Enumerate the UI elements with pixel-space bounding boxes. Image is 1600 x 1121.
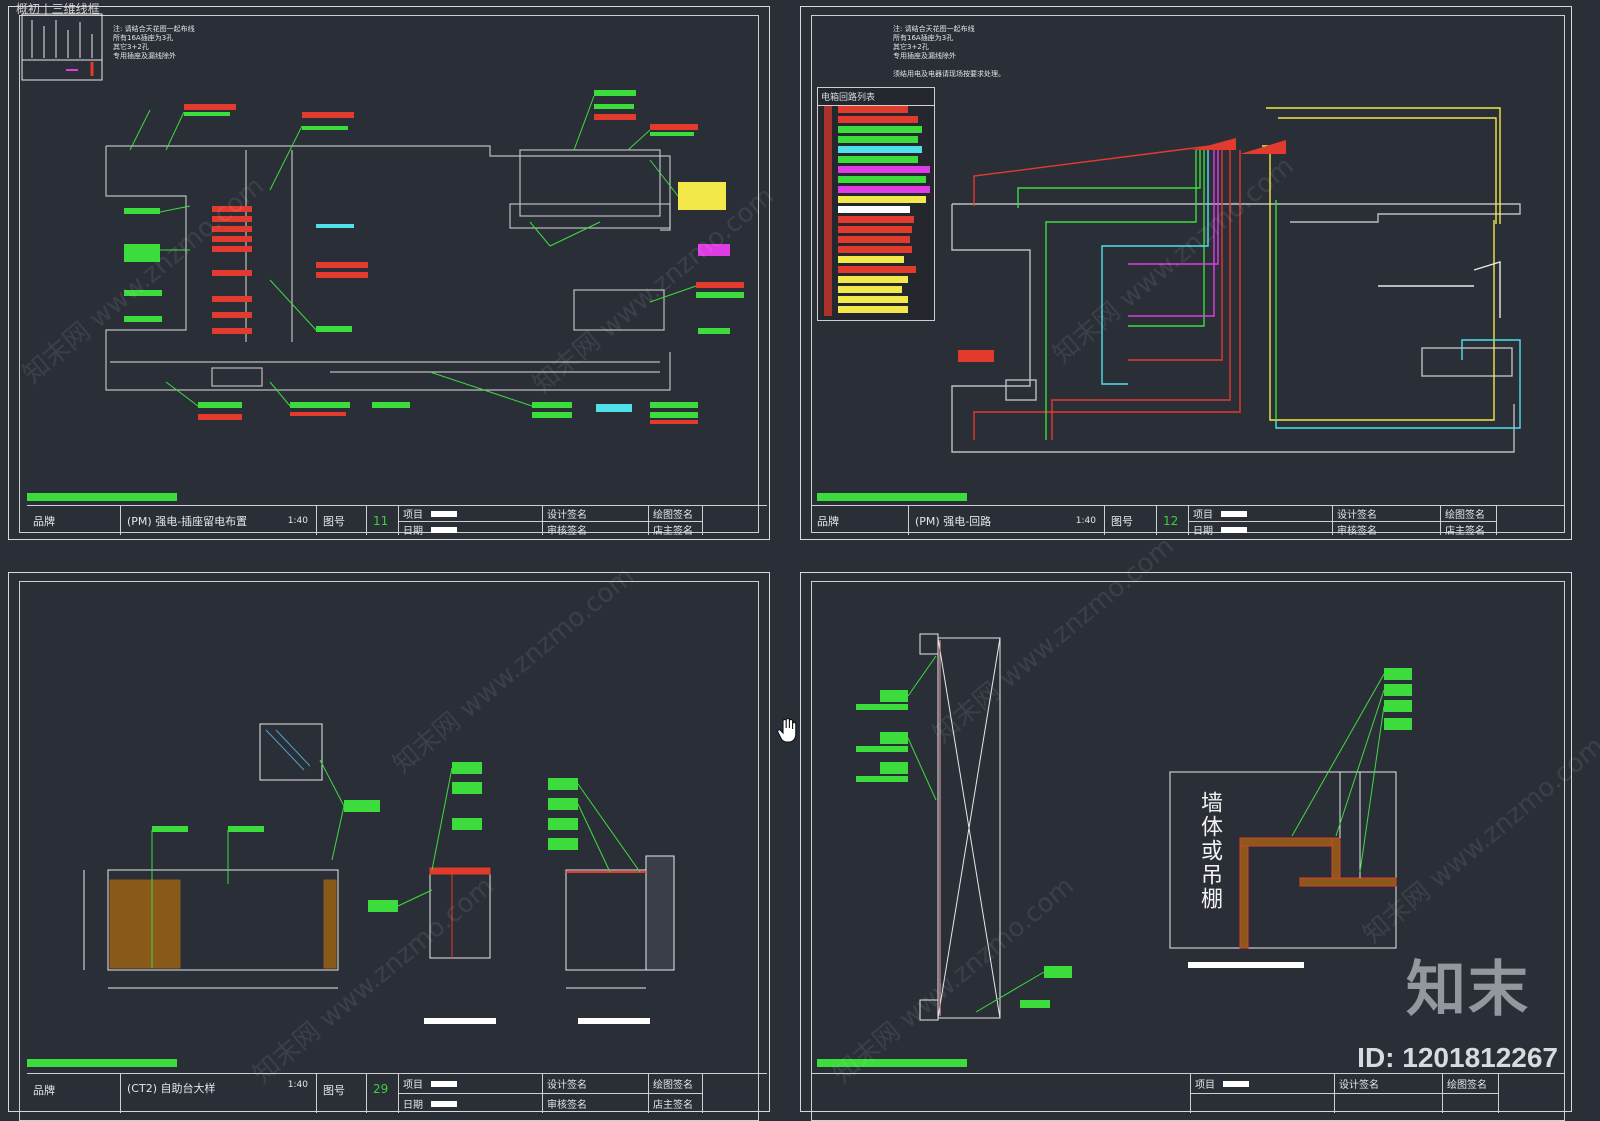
brand-logo: 知末	[1406, 955, 1530, 1025]
image-id-label: ID: 1201812267	[1357, 1042, 1558, 1073]
counter-detail	[83, 723, 675, 1024]
socket-labels-1	[124, 90, 744, 424]
section-detail	[919, 633, 1397, 1021]
counter-labels	[152, 762, 578, 912]
counter-leaders	[151, 759, 641, 968]
circuit-plan	[951, 107, 1521, 453]
hand-cursor-icon	[776, 717, 798, 744]
cad-drawings	[21, 13, 1521, 1024]
symbol-legend	[21, 13, 103, 81]
cad-viewer-canvas[interactable]: 概初 | 三维线框 注: 请结合天花图一起布线 所有16A插座为3孔 其它3+2…	[0, 0, 1600, 1121]
floor-plan-1	[105, 145, 671, 391]
section-leaders	[907, 655, 1385, 1013]
circuit-legend-bars	[824, 106, 930, 316]
